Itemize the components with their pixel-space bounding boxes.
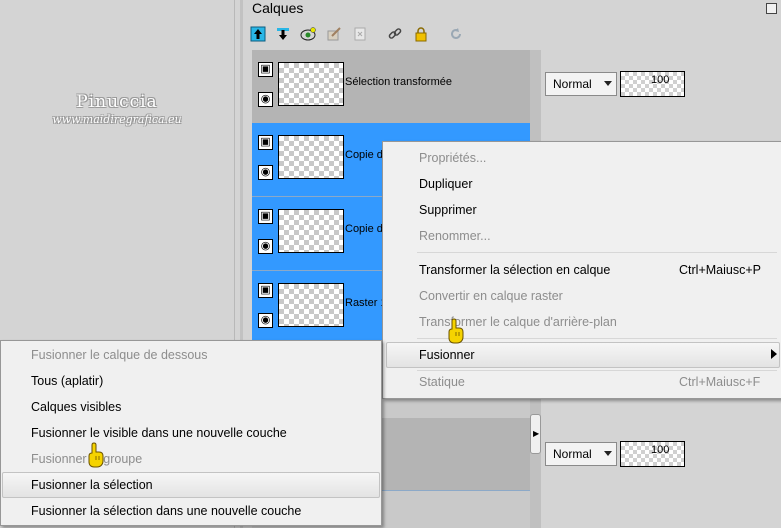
context-menu: Propriétés... Dupliquer Supprimer Renomm… <box>382 141 781 399</box>
layer-name: Raster 1 <box>345 297 387 309</box>
close-panel-button[interactable] <box>766 3 777 14</box>
blend-mode-value: Normal <box>553 77 592 91</box>
blend-mode-select[interactable]: Normal <box>545 72 617 96</box>
menu-shortcut: Ctrl+Maiusc+F <box>679 375 761 389</box>
menu-item-promote-selection[interactable]: Transformer la sélection en calque <box>419 263 610 277</box>
submenu-item-merge-all[interactable]: Tous (aplatir) <box>31 374 103 388</box>
move-up-icon[interactable] <box>249 25 267 43</box>
submenu-item-merge-selection-new[interactable]: Fusionner la sélection dans une nouvelle… <box>31 504 301 518</box>
layer-name: Sélection transformée <box>345 76 452 88</box>
menu-shortcut: Ctrl+Maiusc+P <box>679 263 761 277</box>
watermark-name: Pinuccia <box>76 92 158 112</box>
menu-separator <box>417 370 777 371</box>
submenu-arrow-icon <box>771 349 777 359</box>
new-mask-icon[interactable] <box>299 25 317 43</box>
visibility-eye-icon[interactable]: ◉ <box>258 165 273 180</box>
opacity-value: 100 <box>651 74 670 86</box>
panel-title: Calques <box>252 0 304 16</box>
merge-submenu: Fusionner le calque de dessous Tous (apl… <box>0 340 382 526</box>
menu-item-properties[interactable]: Propriétés... <box>419 151 486 165</box>
layer-thumbnail <box>278 135 344 179</box>
menu-separator <box>417 338 777 339</box>
layer-thumbnail <box>278 209 344 253</box>
menu-item-rename[interactable]: Renommer... <box>419 229 491 243</box>
visibility-eye-icon[interactable]: ◉ <box>258 239 273 254</box>
lock-icon[interactable] <box>412 25 430 43</box>
menu-item-delete[interactable]: Supprimer <box>419 203 477 217</box>
layer-type-icon: ▣ <box>258 209 273 224</box>
opacity-field[interactable]: 100 <box>620 71 685 97</box>
menu-item-convert-raster[interactable]: Convertir en calque raster <box>419 289 563 303</box>
opacity-field[interactable]: 100 <box>620 441 685 467</box>
refresh-icon <box>447 25 465 43</box>
blend-mode-value: Normal <box>553 447 592 461</box>
layer-row[interactable]: ▣ ◉ Sélection transformée <box>252 50 530 124</box>
menu-item-duplicate[interactable]: Dupliquer <box>419 177 473 191</box>
submenu-item-merge-visible-new[interactable]: Fusionner le visible dans une nouvelle c… <box>31 426 287 440</box>
submenu-item-merge-visible[interactable]: Calques visibles <box>31 400 121 414</box>
submenu-item-merge-selection[interactable]: Fusionner la sélection <box>31 478 153 492</box>
delete-mask-icon <box>351 25 369 43</box>
layer-type-icon: ▣ <box>258 283 273 298</box>
watermark-url: www.maidiregrafica.eu <box>52 113 182 126</box>
chevron-down-icon <box>604 451 612 456</box>
layer-thumbnail <box>278 62 344 106</box>
layer-type-icon: ▣ <box>258 135 273 150</box>
submenu-item-merge-down[interactable]: Fusionner le calque de dessous <box>31 348 208 362</box>
layer-name: Copie d <box>345 149 383 161</box>
visibility-eye-icon[interactable]: ◉ <box>258 313 273 328</box>
menu-item-static[interactable]: Statique <box>419 375 465 389</box>
menu-item-merge[interactable]: Fusionner <box>419 348 475 362</box>
layer-type-icon: ▣ <box>258 62 273 77</box>
chevron-down-icon <box>604 81 612 86</box>
layer-thumbnail <box>278 283 344 327</box>
visibility-eye-icon[interactable]: ◉ <box>258 92 273 107</box>
edit-mask-icon <box>325 25 343 43</box>
opacity-value: 100 <box>651 444 670 456</box>
splitter-handle[interactable]: ▶ <box>530 414 541 454</box>
menu-separator <box>417 252 777 253</box>
move-down-icon[interactable] <box>274 25 292 43</box>
link-icon[interactable] <box>386 25 404 43</box>
layer-name: Copie d <box>345 223 383 235</box>
blend-mode-select[interactable]: Normal <box>545 442 617 466</box>
hand-pointer-icon <box>448 318 464 344</box>
hand-pointer-icon <box>88 442 104 468</box>
